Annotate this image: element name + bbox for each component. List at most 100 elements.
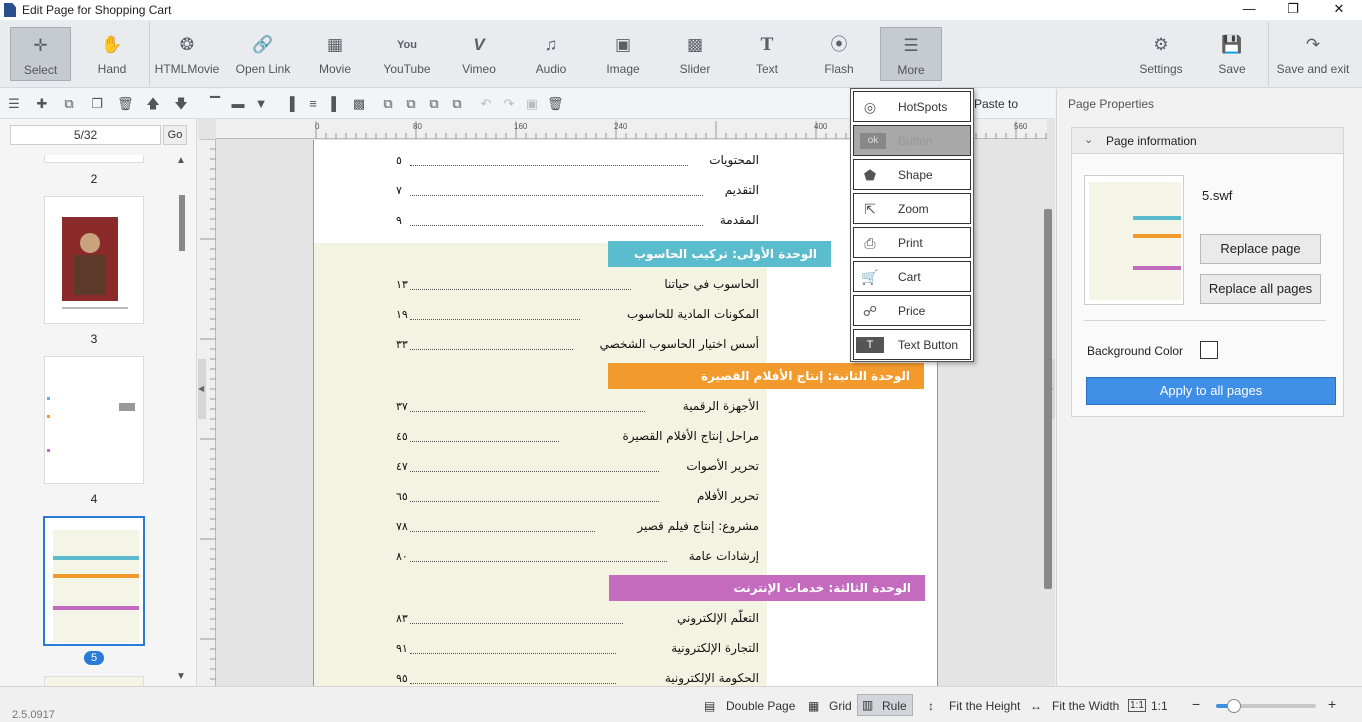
duplicate-icon[interactable]: ❐ bbox=[89, 96, 105, 112]
toc-leader-dots bbox=[410, 623, 624, 624]
thumbnail-scrollbar[interactable] bbox=[179, 195, 185, 251]
send-backward-icon[interactable]: ⧉ bbox=[426, 96, 442, 112]
toc-entry-page: ٨٣ bbox=[396, 612, 408, 625]
background-color-label: Background Color bbox=[1087, 344, 1184, 358]
page-number-input[interactable]: 5/32 bbox=[10, 125, 161, 145]
trash-icon[interactable]: 🗑 bbox=[547, 96, 564, 112]
selected-page-badge: 5 bbox=[84, 651, 104, 665]
actual-size-button[interactable]: 1:1 bbox=[1151, 699, 1168, 713]
rule-toggle[interactable]: ▥ Rule bbox=[857, 694, 913, 716]
collapse-left-handle[interactable]: ◀ bbox=[198, 359, 206, 419]
double-page-icon: ▤ bbox=[704, 699, 716, 713]
redo-icon[interactable]: ↷ bbox=[501, 96, 517, 112]
save-button[interactable]: 💾 Save bbox=[1202, 27, 1262, 81]
hand-icon: ✋ bbox=[101, 35, 123, 54]
page-thumbnail[interactable] bbox=[44, 676, 144, 686]
menu-item-shape[interactable]: ⬟ Shape bbox=[853, 159, 971, 190]
more-button[interactable]: ☰ More bbox=[880, 27, 942, 81]
menu-item-text-button[interactable]: T Text Button bbox=[853, 329, 971, 360]
distribute-icon[interactable]: ▩ bbox=[351, 96, 367, 112]
page-thumbnail[interactable] bbox=[44, 196, 144, 324]
toc-entry-title: مراحل إنتاج الأفلام القصيرة bbox=[622, 429, 759, 443]
paste-to-button[interactable]: Paste to bbox=[974, 97, 1018, 111]
align-bottom-icon[interactable]: ▼ bbox=[253, 96, 269, 112]
align-center-icon[interactable]: ≡ bbox=[305, 96, 321, 112]
menu-item-price[interactable]: ☍ Price bbox=[853, 295, 971, 326]
toc-entry-page: ٨٠ bbox=[396, 550, 408, 563]
background-color-swatch[interactable] bbox=[1200, 341, 1218, 359]
audio-button[interactable]: ♫ Audio bbox=[521, 27, 581, 81]
page-thumbnail-selected[interactable] bbox=[43, 516, 145, 646]
page-thumbnail[interactable] bbox=[44, 155, 144, 163]
bring-forward-icon[interactable]: ⧉ bbox=[403, 96, 419, 112]
bring-front-icon[interactable]: ⧉ bbox=[380, 96, 396, 112]
text-button[interactable]: T Text bbox=[737, 27, 797, 81]
toc-entry-title: التجارة الإلكترونية bbox=[671, 641, 759, 655]
list-icon[interactable]: ☰ bbox=[6, 96, 22, 112]
htmlmovie-button[interactable]: ❂ HTMLMovie bbox=[154, 27, 220, 81]
select-button[interactable]: ✛ Select bbox=[10, 27, 71, 81]
toc-entry-title: الحاسوب في حياتنا bbox=[664, 277, 759, 291]
gear-icon: ⚙ bbox=[1153, 35, 1169, 54]
align-left-icon[interactable]: ▐ bbox=[282, 96, 298, 112]
youtube-button[interactable]: You YouTube bbox=[377, 27, 437, 81]
maximize-icon[interactable]: ❐ bbox=[1270, 0, 1316, 20]
toc-entry-title: المقدمة bbox=[719, 213, 759, 227]
image-button[interactable]: ▣ Image bbox=[593, 27, 653, 81]
replace-page-button[interactable]: Replace page bbox=[1200, 234, 1321, 264]
slider-button[interactable]: ▩ Slider bbox=[665, 27, 725, 81]
scroll-up-icon[interactable]: ▲ bbox=[176, 155, 186, 166]
replace-all-pages-button[interactable]: Replace all pages bbox=[1200, 274, 1321, 304]
status-bar: 2.5.0917 ▤ Double Page ▦ Grid ▥ Rule ↕ F… bbox=[0, 686, 1362, 722]
zoom-out-icon[interactable]: − bbox=[1192, 696, 1200, 712]
move-up-icon[interactable]: 🡅 bbox=[145, 96, 161, 112]
menu-item-print[interactable]: ⎙ Print bbox=[853, 227, 971, 258]
canvas-scrollbar[interactable] bbox=[1044, 209, 1052, 589]
image-icon: ▣ bbox=[614, 35, 632, 54]
page-number-label: 3 bbox=[90, 332, 98, 346]
move-down-icon[interactable]: 🡇 bbox=[173, 96, 189, 112]
portrait-image bbox=[62, 217, 118, 301]
toc-leader-dots bbox=[410, 501, 660, 502]
scroll-down-icon[interactable]: ▼ bbox=[176, 671, 186, 682]
link-icon: 🔗 bbox=[252, 35, 274, 54]
document-page[interactable]: المحتويات ٥ التقديم ٧ المقدمة ٩ الوحدة الأولى:… bbox=[313, 140, 938, 686]
apply-to-all-pages-button[interactable]: Apply to all pages bbox=[1086, 377, 1336, 405]
zoom-slider[interactable] bbox=[1216, 699, 1316, 713]
section-header[interactable]: ⌄ Page information bbox=[1072, 128, 1343, 154]
save-and-exit-button[interactable]: ↷ Save and exit bbox=[1272, 27, 1354, 81]
close-icon[interactable]: ✕ bbox=[1316, 0, 1362, 20]
copy-pages-icon[interactable]: ⧉ bbox=[61, 96, 77, 112]
app-icon bbox=[4, 3, 16, 17]
minimize-icon[interactable]: — bbox=[1226, 0, 1272, 20]
page-thumbnail[interactable] bbox=[44, 356, 144, 484]
menu-item-hotspots[interactable]: ◎ HotSpots bbox=[853, 91, 971, 122]
hand-button[interactable]: ✋ Hand bbox=[82, 27, 142, 81]
settings-button[interactable]: ⚙ Settings bbox=[1130, 27, 1192, 81]
main-toolbar: ✛ Select ✋ Hand ❂ HTMLMovie 🔗 Open Link ▦ Mov… bbox=[0, 20, 1362, 88]
menu-item-zoom[interactable]: ⇱ Zoom bbox=[853, 193, 971, 224]
snapshot-icon[interactable]: ▣ bbox=[524, 96, 540, 112]
open-link-button[interactable]: 🔗 Open Link bbox=[230, 27, 296, 81]
grid-button[interactable]: Grid bbox=[829, 699, 852, 713]
movie-button[interactable]: ▦ Movie bbox=[305, 27, 365, 81]
menu-item-button[interactable]: ok Button bbox=[853, 125, 971, 156]
flash-icon: ⦿ bbox=[830, 35, 848, 54]
align-top-icon[interactable]: ▔ bbox=[207, 96, 223, 112]
fit-width-button[interactable]: Fit the Width bbox=[1052, 699, 1119, 713]
toc-leader-dots bbox=[410, 471, 660, 472]
menu-item-cart[interactable]: 🛒 Cart bbox=[853, 261, 971, 292]
send-back-icon[interactable]: ⧉ bbox=[449, 96, 465, 112]
align-middle-icon[interactable]: ▬ bbox=[230, 96, 246, 112]
flash-button[interactable]: ⦿ Flash bbox=[809, 27, 869, 81]
double-page-button[interactable]: Double Page bbox=[726, 699, 795, 713]
zoom-in-icon[interactable]: + bbox=[1328, 696, 1336, 712]
zoom-slider-handle[interactable] bbox=[1227, 699, 1241, 713]
add-page-icon[interactable]: ✚ bbox=[34, 96, 50, 112]
go-button[interactable]: Go bbox=[163, 125, 187, 145]
align-right-icon[interactable]: ▌ bbox=[328, 96, 344, 112]
delete-page-icon[interactable]: 🗑 bbox=[117, 96, 134, 112]
fit-height-button[interactable]: Fit the Height bbox=[949, 699, 1020, 713]
undo-icon[interactable]: ↶ bbox=[478, 96, 494, 112]
vimeo-button[interactable]: V Vimeo bbox=[449, 27, 509, 81]
